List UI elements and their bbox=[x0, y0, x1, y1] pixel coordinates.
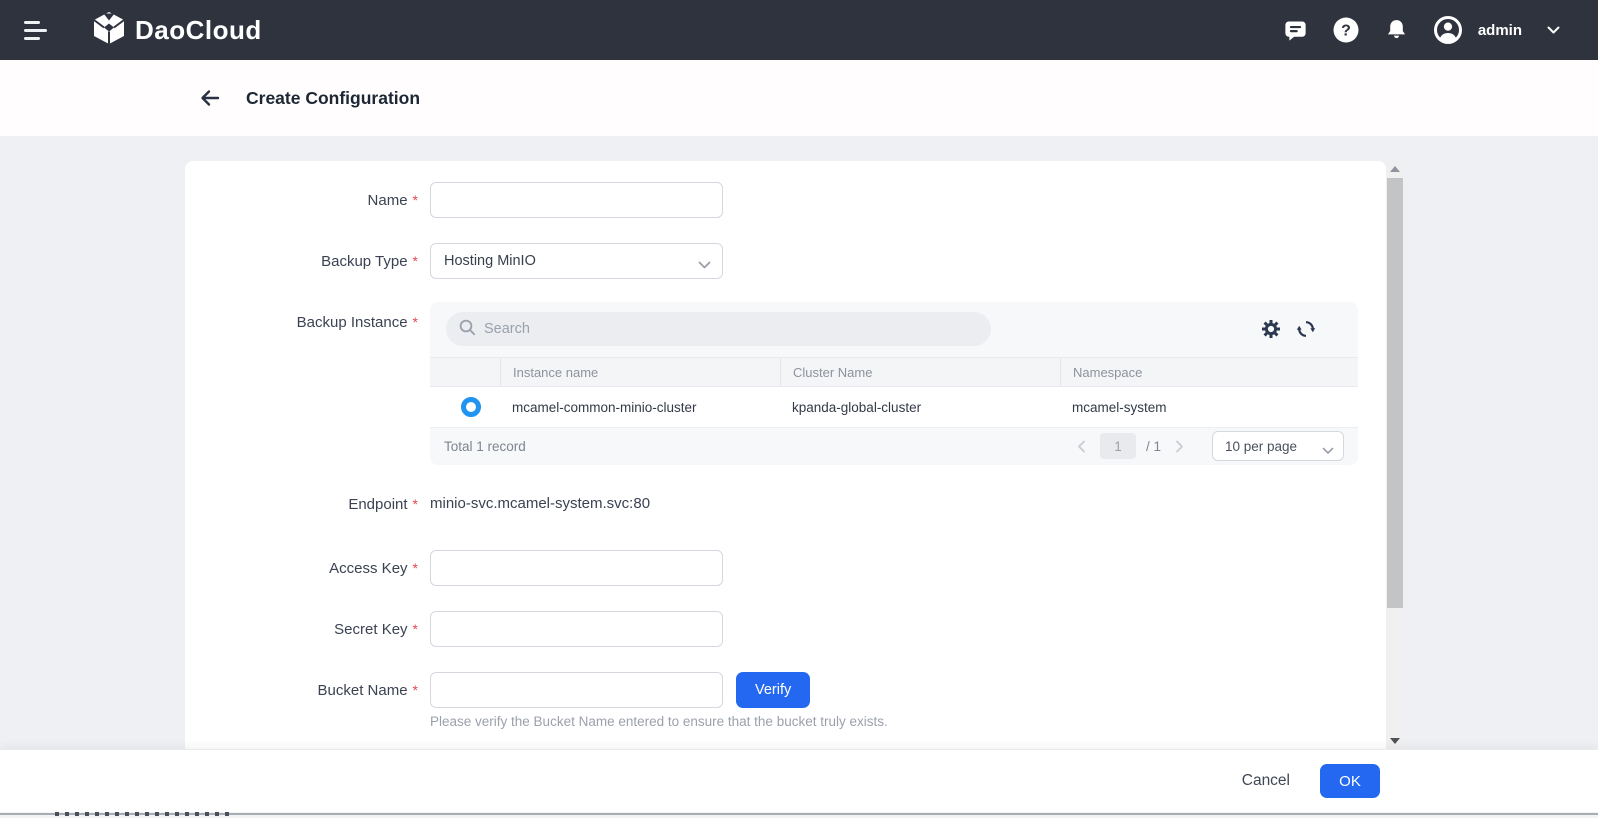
daocloud-logo: DaoCloud bbox=[92, 11, 262, 50]
page-size-value: 10 per page bbox=[1225, 439, 1297, 454]
refresh-icon[interactable] bbox=[1296, 319, 1316, 339]
cell-cluster-name: kpanda-global-cluster bbox=[780, 387, 1060, 427]
backup-type-selected-value: Hosting MinIO bbox=[444, 253, 536, 269]
vertical-scrollbar[interactable] bbox=[1386, 161, 1404, 748]
backup-instance-label: Backup Instance* bbox=[185, 304, 418, 341]
required-marker: * bbox=[413, 560, 418, 576]
user-menu-chevron-down-icon[interactable] bbox=[1547, 26, 1560, 35]
page-total-text: / 1 bbox=[1146, 439, 1161, 454]
endpoint-label: Endpoint* bbox=[185, 486, 418, 523]
instance-table-header: Instance name Cluster Name Namespace bbox=[430, 357, 1358, 387]
notifications-bell-icon[interactable] bbox=[1383, 17, 1410, 44]
action-footer: Cancel OK bbox=[0, 749, 1598, 812]
required-marker: * bbox=[413, 621, 418, 637]
chevron-down-icon bbox=[698, 258, 711, 274]
backup-instance-label-row: Backup Instance* bbox=[185, 304, 418, 341]
cell-instance-name: mcamel-common-minio-cluster bbox=[500, 387, 780, 427]
endpoint-value: minio-svc.mcamel-system.svc:80 bbox=[430, 495, 650, 512]
required-marker: * bbox=[413, 682, 418, 698]
row-radio-selected[interactable] bbox=[461, 397, 481, 417]
scrollbar-thumb[interactable] bbox=[1387, 178, 1403, 608]
triangle-down-icon bbox=[1390, 738, 1400, 744]
clipped-divider-line bbox=[0, 813, 1598, 815]
daocloud-cube-icon bbox=[92, 11, 126, 50]
endpoint-row: Endpoint* minio-svc.mcamel-system.svc:80 bbox=[185, 486, 650, 523]
instance-search-box[interactable] bbox=[446, 312, 991, 346]
secret-key-label: Secret Key* bbox=[185, 611, 418, 648]
backup-instance-picker-panel: Instance name Cluster Name Namespace mca… bbox=[430, 302, 1358, 465]
required-marker: * bbox=[413, 496, 418, 512]
bucket-help-text: Please verify the Bucket Name entered to… bbox=[430, 714, 888, 729]
user-name[interactable]: admin bbox=[1478, 22, 1522, 39]
access-key-label: Access Key* bbox=[185, 550, 418, 587]
clipped-text-fragments bbox=[55, 812, 235, 816]
top-navigation-bar: DaoCloud ? bbox=[0, 0, 1598, 60]
cell-namespace: mcamel-system bbox=[1060, 387, 1358, 427]
radio-column-header bbox=[430, 358, 500, 386]
logo-text: DaoCloud bbox=[135, 15, 262, 46]
menu-toggle-icon[interactable] bbox=[22, 20, 48, 40]
page-title: Create Configuration bbox=[246, 88, 420, 109]
bucket-name-input[interactable] bbox=[430, 672, 723, 708]
chevron-down-icon bbox=[1322, 443, 1334, 458]
scrollbar-up-arrow[interactable] bbox=[1386, 161, 1404, 176]
instance-picker-toolbar bbox=[430, 302, 1358, 357]
column-header-cluster-name: Cluster Name bbox=[780, 358, 1060, 386]
backup-type-label: Backup Type* bbox=[185, 243, 418, 280]
settings-gear-icon[interactable] bbox=[1261, 319, 1281, 339]
required-marker: * bbox=[413, 192, 418, 208]
bucket-name-row: Bucket Name* Verify bbox=[185, 672, 810, 709]
search-icon bbox=[458, 318, 476, 341]
scrollbar-down-arrow[interactable] bbox=[1386, 733, 1404, 748]
cancel-button[interactable]: Cancel bbox=[1242, 772, 1290, 790]
required-marker: * bbox=[413, 253, 418, 269]
total-records-text: Total 1 record bbox=[444, 439, 526, 454]
name-row: Name* bbox=[185, 182, 723, 219]
access-key-input[interactable] bbox=[430, 550, 723, 586]
name-input[interactable] bbox=[430, 182, 723, 218]
column-header-namespace: Namespace bbox=[1060, 358, 1358, 386]
required-marker: * bbox=[413, 314, 418, 330]
bucket-name-label: Bucket Name* bbox=[185, 672, 418, 709]
triangle-up-icon bbox=[1390, 166, 1400, 172]
previous-page-chevron-icon[interactable] bbox=[1073, 440, 1090, 453]
current-page-box[interactable]: 1 bbox=[1100, 433, 1136, 459]
instance-table-row[interactable]: mcamel-common-minio-cluster kpanda-globa… bbox=[430, 387, 1358, 428]
clipped-content-sliver bbox=[0, 812, 1598, 818]
instance-table-footer: Total 1 record 1 / 1 10 per page bbox=[430, 428, 1358, 464]
backup-type-row: Backup Type* Hosting MinIO bbox=[185, 243, 723, 280]
page-header: Create Configuration bbox=[0, 60, 1598, 136]
next-page-chevron-icon[interactable] bbox=[1171, 440, 1188, 453]
backup-type-select[interactable]: Hosting MinIO bbox=[430, 243, 723, 279]
name-label: Name* bbox=[185, 182, 418, 219]
column-header-instance-name: Instance name bbox=[500, 358, 780, 386]
create-configuration-form-card: Name* Backup Type* Hosting MinIO Backup … bbox=[185, 161, 1386, 818]
ok-button[interactable]: OK bbox=[1320, 764, 1380, 798]
instance-search-input[interactable] bbox=[484, 321, 979, 337]
svg-text:?: ? bbox=[1341, 23, 1351, 40]
secret-key-row: Secret Key* bbox=[185, 611, 723, 648]
help-icon[interactable]: ? bbox=[1332, 16, 1360, 44]
page-size-select[interactable]: 10 per page bbox=[1212, 431, 1344, 461]
access-key-row: Access Key* bbox=[185, 550, 723, 587]
verify-button[interactable]: Verify bbox=[736, 672, 810, 708]
back-arrow-icon[interactable] bbox=[198, 86, 222, 110]
messages-icon[interactable] bbox=[1282, 17, 1309, 44]
secret-key-input[interactable] bbox=[430, 611, 723, 647]
user-avatar-icon[interactable] bbox=[1433, 15, 1463, 45]
